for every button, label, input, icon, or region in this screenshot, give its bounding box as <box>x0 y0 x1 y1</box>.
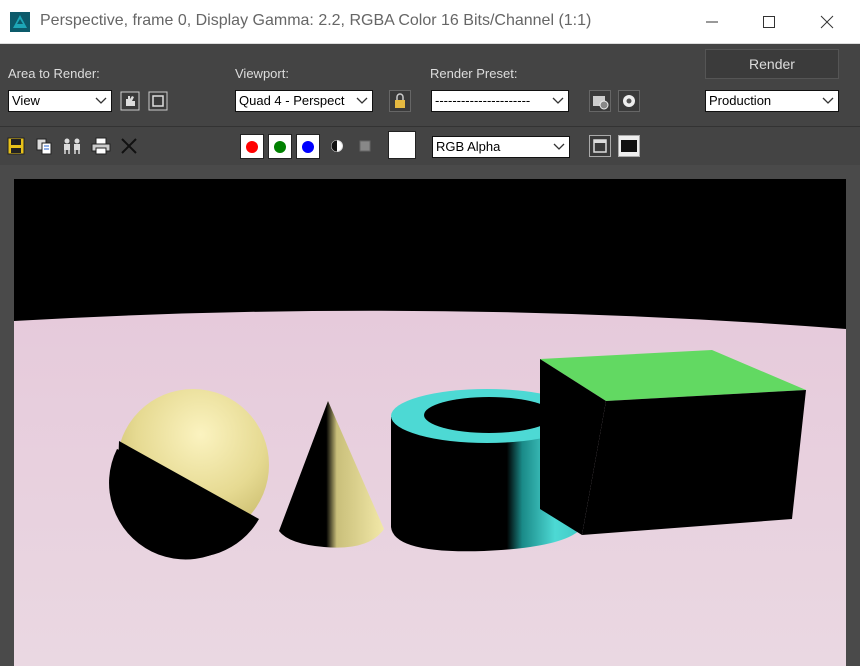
lock-icon <box>389 90 411 112</box>
window-title: Perspective, frame 0, Display Gamma: 2.2… <box>40 12 592 29</box>
save-icon <box>7 137 25 155</box>
display-toggle-button[interactable] <box>589 135 611 157</box>
lock-viewport-button[interactable] <box>389 90 411 112</box>
clone-icon <box>64 138 80 154</box>
chevron-down-icon <box>822 97 834 104</box>
teapot-icon <box>618 90 640 112</box>
display-mode-button[interactable] <box>618 135 640 157</box>
viewport-label: Viewport: <box>235 66 289 81</box>
red-dot-icon <box>246 140 258 153</box>
area-to-render-value: View <box>12 93 40 108</box>
render-button[interactable]: Render <box>705 49 839 79</box>
area-to-render-label: Area to Render: <box>8 66 100 81</box>
production-dropdown[interactable]: Production <box>705 90 839 112</box>
chevron-down-icon <box>552 97 564 104</box>
viewport-value: Quad 4 - Perspect <box>239 93 345 108</box>
production-value: Production <box>709 93 772 108</box>
close-icon <box>820 15 834 28</box>
auto-region-button[interactable] <box>147 90 169 112</box>
render-preset-dropdown[interactable]: ---------------------- <box>431 90 569 112</box>
clone-window-button[interactable] <box>61 135 83 157</box>
edit-region-button[interactable] <box>119 90 141 112</box>
render-setup-icon <box>589 90 611 112</box>
contrast-icon <box>331 140 343 152</box>
print-image-button[interactable] <box>90 135 112 157</box>
minimize-button[interactable] <box>683 0 741 43</box>
maximize-icon <box>763 15 775 28</box>
close-button[interactable] <box>798 0 856 43</box>
clear-button[interactable] <box>118 135 140 157</box>
rendered-scene <box>14 179 846 666</box>
monitor-icon <box>618 135 640 157</box>
chevron-down-icon <box>95 97 107 104</box>
clear-channel-button[interactable] <box>354 135 376 157</box>
channel-display-value: RGB Alpha <box>436 139 501 154</box>
green-dot-icon <box>274 140 286 153</box>
area-to-render-dropdown[interactable]: View <box>8 90 112 112</box>
window-icon <box>589 135 611 157</box>
render-preset-value: ---------------------- <box>435 93 531 108</box>
close-icon <box>121 138 137 154</box>
region-select-icon <box>148 91 168 111</box>
title-bar: Perspective, frame 0, Display Gamma: 2.2… <box>0 0 860 44</box>
hand-region-icon <box>120 91 140 111</box>
blue-channel-button[interactable] <box>296 134 320 159</box>
red-channel-button[interactable] <box>240 134 264 159</box>
channel-display-dropdown[interactable]: RGB Alpha <box>432 136 570 158</box>
gray-square-icon <box>359 140 371 152</box>
color-swatch[interactable] <box>388 131 416 159</box>
chevron-down-icon <box>553 143 565 150</box>
maximize-button[interactable] <box>740 0 798 43</box>
copy-image-button[interactable] <box>33 135 55 157</box>
render-setup-button[interactable] <box>589 90 611 112</box>
minimize-icon <box>706 21 718 22</box>
render-preset-label: Render Preset: <box>430 66 518 81</box>
rendered-image[interactable] <box>14 179 846 666</box>
blue-dot-icon <box>302 140 314 153</box>
green-channel-button[interactable] <box>268 134 292 159</box>
copy-icon <box>36 138 52 155</box>
save-image-button[interactable] <box>5 135 27 157</box>
chevron-down-icon <box>356 97 368 104</box>
printer-icon <box>91 137 111 155</box>
environment-button[interactable] <box>618 90 640 112</box>
3ds-max-icon <box>10 12 30 32</box>
box-object <box>540 350 806 535</box>
monochrome-button[interactable] <box>326 135 348 157</box>
viewport-dropdown[interactable]: Quad 4 - Perspect <box>235 90 373 112</box>
